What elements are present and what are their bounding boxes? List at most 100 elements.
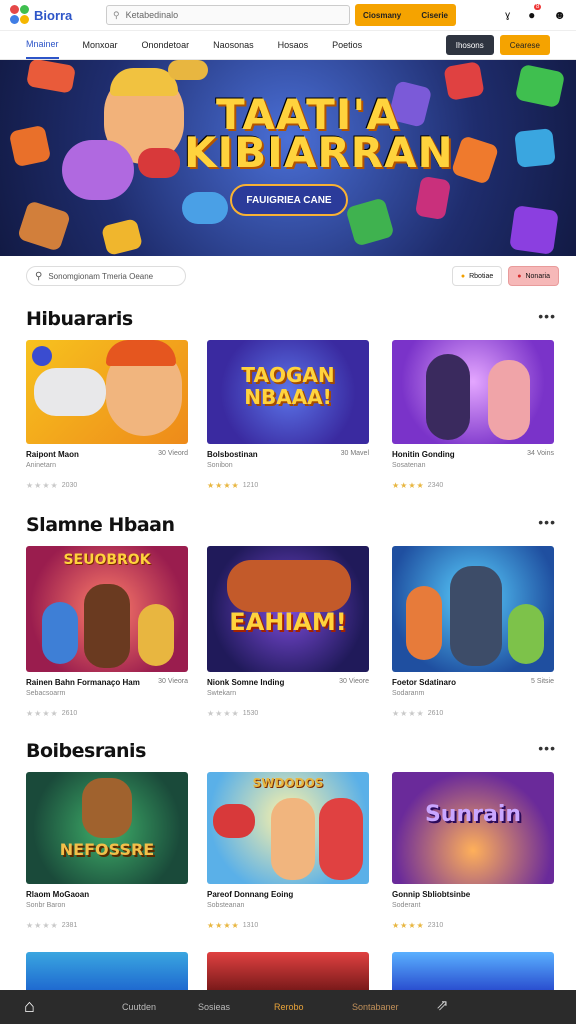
- tile-icon: [514, 128, 556, 168]
- nav-item-4[interactable]: Naosonas: [213, 32, 254, 58]
- filter-icon[interactable]: ɣ: [505, 10, 510, 21]
- game-card[interactable]: SWDODOS Pareof Donnang Eoing Sobsteanan …: [207, 772, 369, 930]
- card-title: Gonnip Sbliobtsinbe: [392, 890, 471, 899]
- controller-icon: [138, 148, 180, 178]
- card-title: Rlaom MoGaoan: [26, 890, 90, 899]
- more-options-icon[interactable]: •••: [538, 740, 556, 756]
- notification-icon[interactable]: ● 8: [528, 4, 542, 22]
- more-options-icon[interactable]: •••: [538, 308, 556, 324]
- nav-dark-button[interactable]: Ihosons: [445, 35, 494, 55]
- nav-item-5[interactable]: Hosaos: [278, 32, 309, 58]
- game-thumbnail: [392, 546, 554, 672]
- card-count: 30 Vieore: [339, 678, 369, 685]
- section-title: Slamne Hbaan: [26, 514, 175, 536]
- game-thumbnail-partial[interactable]: [392, 952, 554, 990]
- card-subtitle: Sebacsoarm: [26, 690, 66, 697]
- thumbnail-text: NEFOSSRE: [59, 840, 155, 859]
- rating-value: 2610: [61, 710, 78, 717]
- card-title: Raipont Maon: [26, 450, 79, 459]
- filter-chip-1[interactable]: ● Rbotiae: [451, 266, 503, 286]
- rating-stars-icon: ★★★★: [207, 709, 240, 718]
- bottom-nav-bar: ⌂ Cuutden Sosieas Rerobo Sontabaner ⇗: [0, 990, 576, 1024]
- game-card[interactable]: Honitin Gonding 34 Voins Sosatenan ★★★★ 2…: [392, 340, 554, 490]
- logo-icon: [10, 5, 30, 25]
- bottom-nav-item-4[interactable]: Sontabaner: [352, 1002, 399, 1012]
- user-icon[interactable]: ☻: [553, 8, 566, 22]
- cta-label: Ciosmany: [363, 10, 402, 20]
- card-count: 5 Sitsie: [531, 678, 554, 685]
- thumbnail-text: EAHIAM!: [229, 608, 347, 636]
- card-title: Nionk Somne Inding: [207, 678, 285, 687]
- game-thumbnail: TAOGAN NBAAA!: [207, 340, 369, 444]
- dice-icon: [8, 124, 52, 168]
- game-card[interactable]: SEUOBROK Rainen Bahn Formanaço Ham 30 Vi…: [26, 546, 188, 718]
- nav-item-3[interactable]: Onondetoar: [142, 32, 190, 58]
- rating-value: 2310: [427, 922, 444, 929]
- more-options-icon[interactable]: •••: [538, 514, 556, 530]
- tile-icon: [509, 205, 559, 255]
- hero-creature-illustration: [62, 140, 134, 200]
- top-cta-button[interactable]: Ciosmany Ciserie: [355, 4, 456, 26]
- bottom-nav-item-2[interactable]: Sosieas: [198, 1002, 230, 1012]
- game-thumbnail: EAHIAM!: [207, 546, 369, 672]
- hero-title-line2: KIBIARRAN: [184, 128, 454, 177]
- brand-logo[interactable]: Biorra: [10, 5, 106, 25]
- card-title: Rainen Bahn Formanaço Ham: [26, 678, 140, 687]
- hero-subtitle-badge[interactable]: FAUIGRIEA CANE: [230, 184, 348, 216]
- card-subtitle: Soderant: [392, 902, 421, 909]
- nav-item-1[interactable]: Mnainer: [26, 31, 59, 59]
- filter-chip-2[interactable]: ● Nonaria: [508, 266, 559, 286]
- nav-item-6[interactable]: Poetios: [332, 32, 362, 58]
- tile-icon: [345, 197, 395, 247]
- card-count: 30 Vieord: [158, 450, 188, 457]
- game-thumbnail-partial[interactable]: [207, 952, 369, 990]
- main-nav: Mnainer Monxoar Onondetoar Naosonas Hosa…: [0, 30, 576, 60]
- bottom-nav-item-1[interactable]: Cuutden: [122, 1002, 156, 1012]
- nav-item-2[interactable]: Monxoar: [83, 32, 118, 58]
- thumbnail-text: SWDODOS: [252, 776, 324, 790]
- game-thumbnail: SWDODOS: [207, 772, 369, 884]
- coin-icon: ●: [460, 272, 466, 280]
- rating-stars-icon: ★★★★: [392, 709, 425, 718]
- card-subtitle: Swtekarn: [207, 690, 237, 697]
- card-title: Honitin Gonding: [392, 450, 455, 459]
- rating-stars-icon: ★★★★: [207, 481, 240, 490]
- nav-orange-button[interactable]: Cearese: [499, 35, 550, 55]
- search-icon: ⚲: [113, 9, 120, 20]
- card-count: 30 Vieora: [158, 678, 188, 685]
- filter-search-input[interactable]: ⚲ Sonomgionam Tmeria Oeane: [26, 266, 186, 286]
- game-thumbnail: NEFOSSRE: [26, 772, 188, 884]
- cta-value: Ciserie: [421, 10, 448, 20]
- game-card[interactable]: EAHIAM! Nionk Somne Inding 30 Vieore Swt…: [207, 546, 369, 718]
- rating-stars-icon: ★★★★: [207, 921, 240, 930]
- game-card[interactable]: Raipont Maon 30 Vieord Aninetarn ★★★★ 203…: [26, 340, 188, 490]
- hero-title: TAATI'A KIBIARRAN: [184, 94, 454, 174]
- rating-value: 2030: [61, 482, 78, 489]
- game-thumbnail-partial[interactable]: [26, 952, 188, 990]
- filter-chip-1-label: Rbotiae: [469, 272, 494, 280]
- game-thumbnail: Sunrain: [392, 772, 554, 884]
- biscuit-icon: [16, 200, 72, 252]
- section-title: Boibesranis: [26, 740, 146, 762]
- card-title: Foetor Sdatinaro: [392, 678, 457, 687]
- game-card[interactable]: TAOGAN NBAAA! Bolsbostinan 30 Mavel Soni…: [207, 340, 369, 490]
- search-icon: ⚲: [35, 270, 43, 282]
- card-subtitle: Sobsteanan: [207, 902, 245, 909]
- game-card[interactable]: Foetor Sdatinaro 5 Sitsie Sodaranm ★★★★ 2…: [392, 546, 554, 718]
- thumbnail-text: Sunrain: [424, 802, 522, 827]
- game-thumbnail: SEUOBROK: [26, 546, 188, 672]
- rating-value: 1530: [242, 710, 259, 717]
- bottom-nav-item-3[interactable]: Rerobo: [274, 1002, 304, 1012]
- share-icon[interactable]: ⇗: [436, 996, 449, 1014]
- top-bar: Biorra ⚲ Ketabedinalo Ciosmany Ciserie ɣ…: [0, 0, 576, 30]
- card-subtitle: Aninetarn: [26, 462, 56, 469]
- hero-banner[interactable]: TAATI'A KIBIARRAN FAUIGRIEA CANE: [0, 60, 576, 256]
- game-card[interactable]: NEFOSSRE Rlaom MoGaoan Sonbr Baron ★★★★ 2…: [26, 772, 188, 930]
- home-icon[interactable]: ⌂: [24, 996, 35, 1017]
- thumbnail-text: TAOGAN NBAAA!: [241, 363, 335, 409]
- game-card[interactable]: Sunrain Gonnip Sbliobtsinbe Soderant ★★★…: [392, 772, 554, 930]
- card-subtitle: Sonbr Baron: [26, 902, 66, 909]
- rating-stars-icon: ★★★★: [26, 481, 59, 490]
- filter-chip-2-label: Nonaria: [525, 272, 550, 280]
- top-search-input[interactable]: ⚲ Ketabedinalo: [106, 5, 350, 25]
